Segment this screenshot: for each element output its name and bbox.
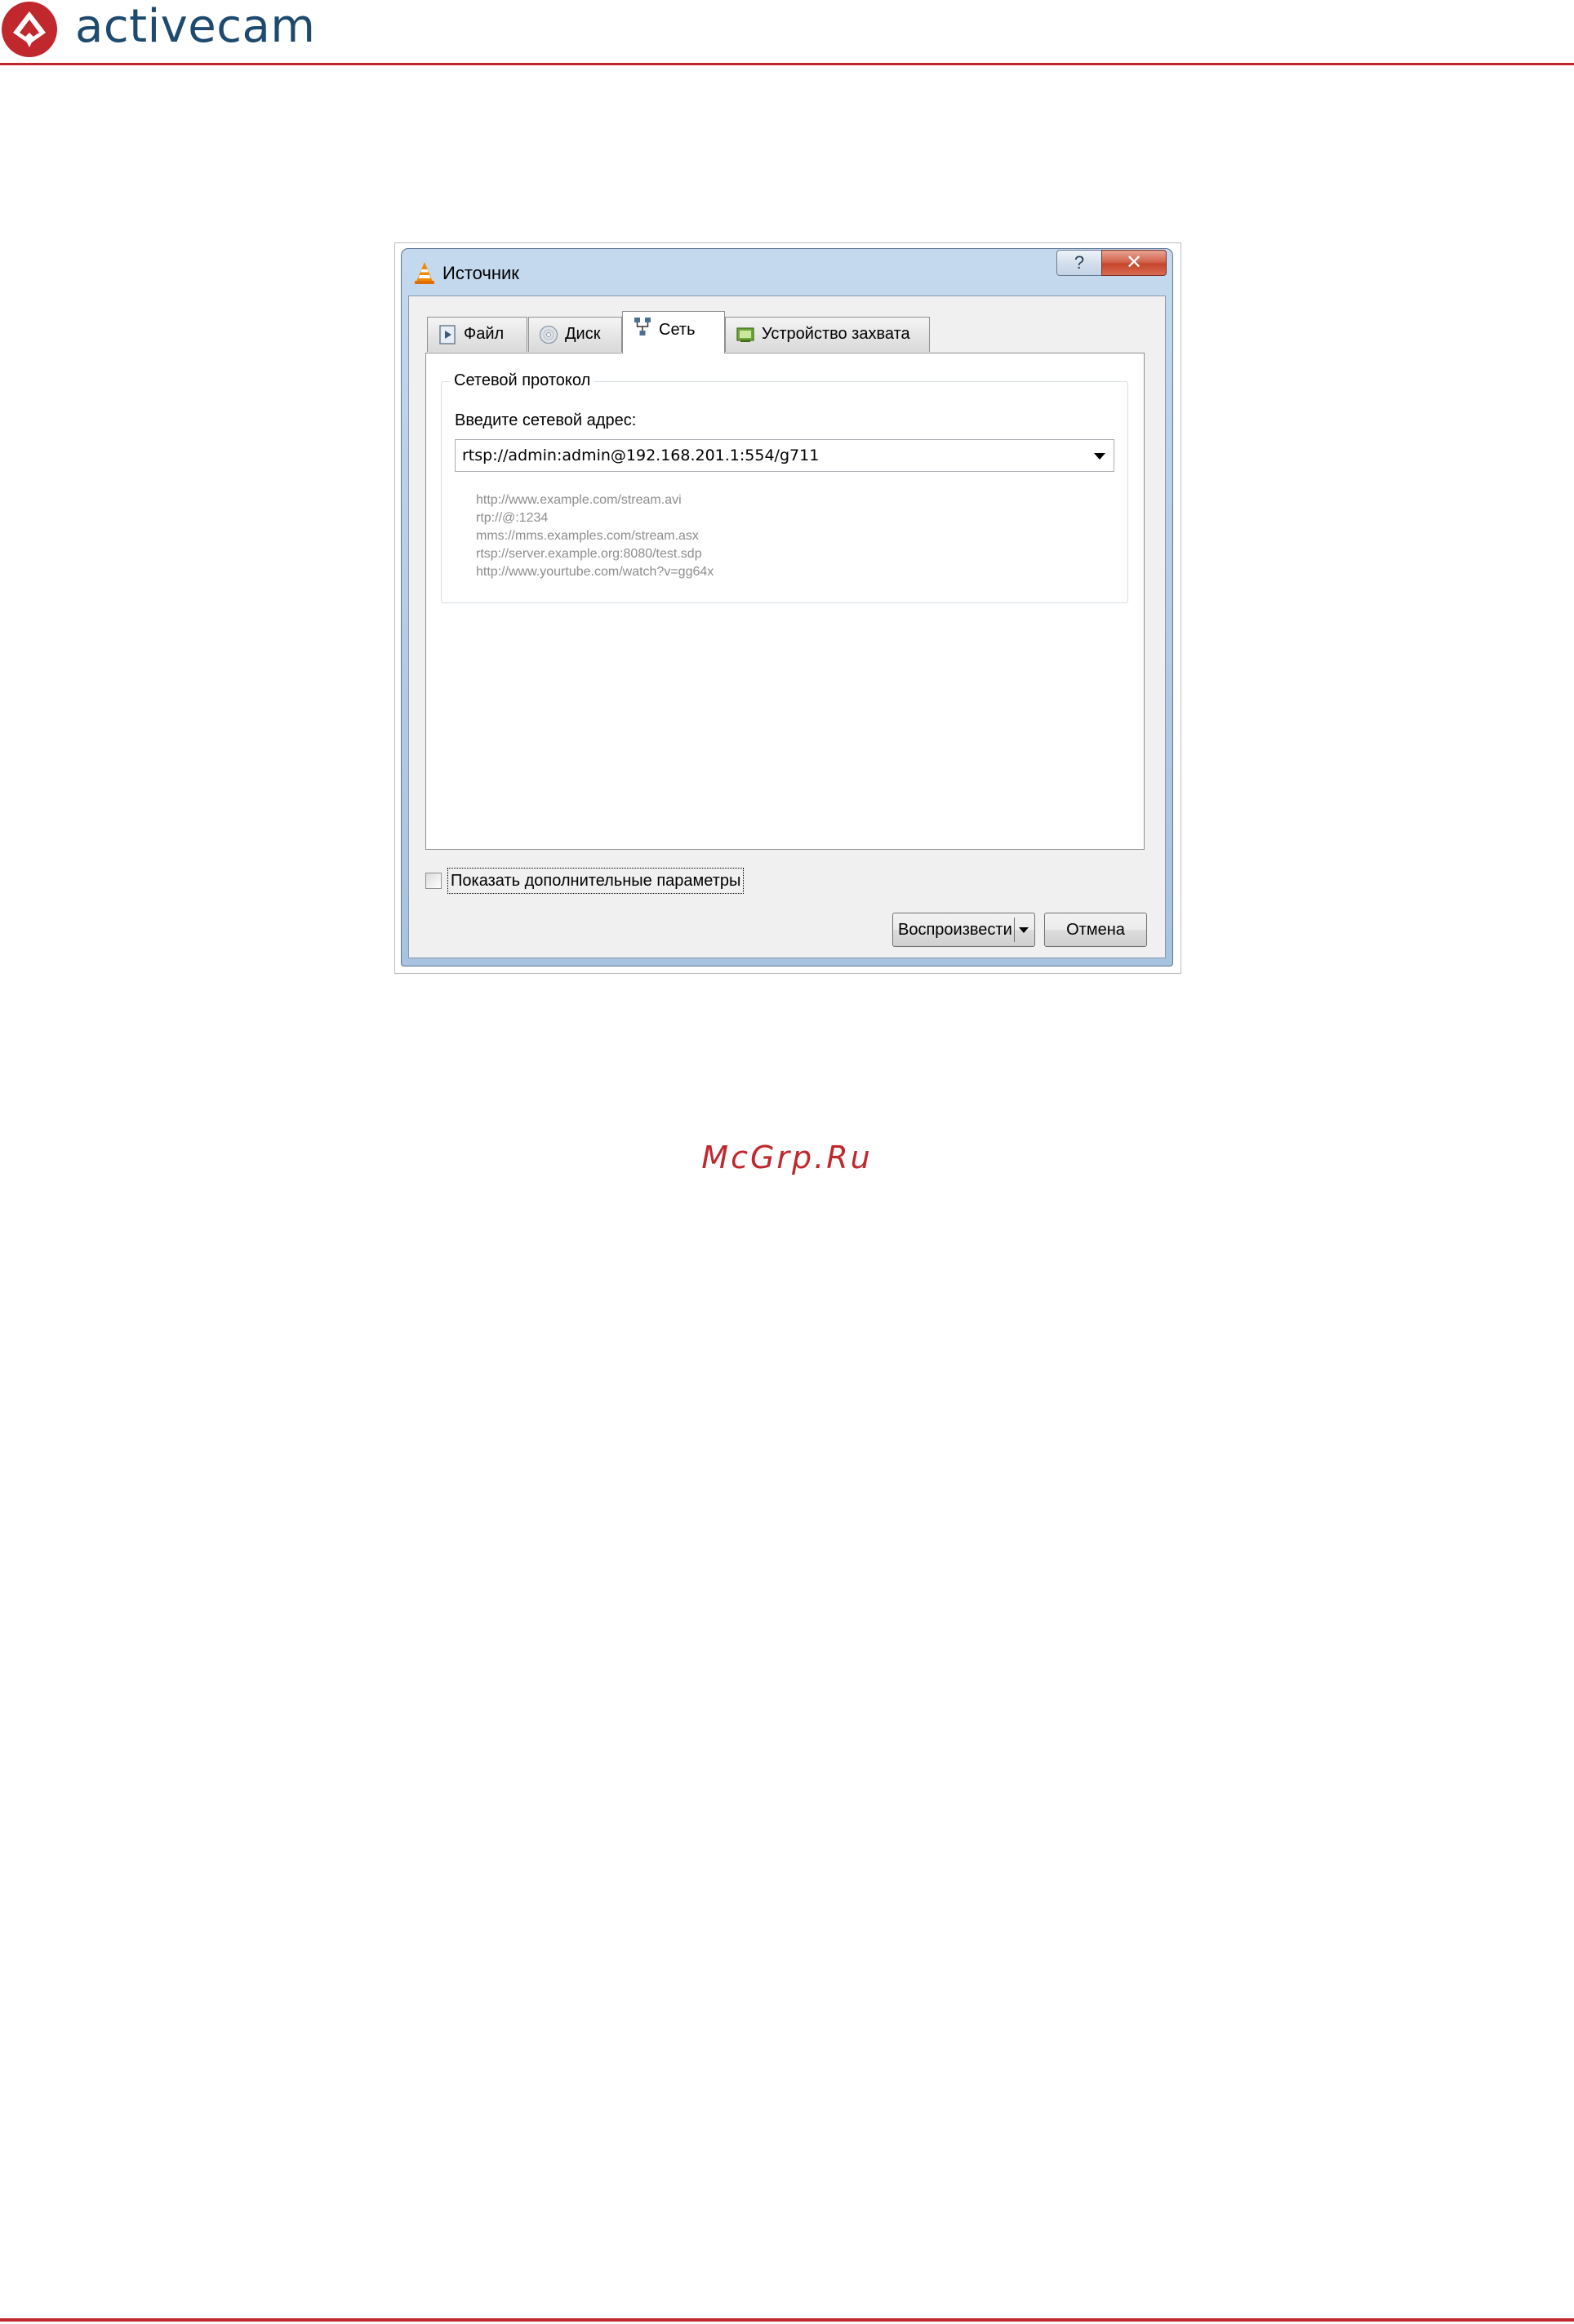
brand-name: activecam <box>75 0 316 53</box>
watermark: McGrp.Ru <box>701 1140 873 1175</box>
example-url: http://www.example.com/stream.avi <box>476 493 682 507</box>
network-icon <box>634 318 651 335</box>
header-divider <box>0 63 1574 65</box>
play-button-label: Воспроизвести <box>898 921 1012 939</box>
tab-file[interactable]: Файл <box>427 317 527 352</box>
file-play-icon <box>439 325 456 344</box>
capture-device-icon <box>736 327 754 342</box>
dropdown-arrow-icon[interactable] <box>1094 453 1105 460</box>
tab-capture-device[interactable]: Устройство захвата <box>725 317 930 352</box>
dialog-title: Источник <box>442 263 519 283</box>
example-url: rtsp://server.example.org:8080/test.sdp <box>476 547 702 561</box>
play-options-dropdown-icon[interactable] <box>1019 927 1029 933</box>
network-address-combobox[interactable]: rtsp://admin:admin@192.168.201.1:554/g71… <box>455 439 1114 472</box>
disc-icon <box>539 325 558 344</box>
network-tab-panel: Сетевой протокол Введите сетевой адрес: … <box>425 353 1145 850</box>
tab-network-label: Сеть <box>659 321 696 339</box>
dialog-client-area: Файл Диск Сеть Устройство захвата Сетево… <box>408 295 1166 958</box>
tab-file-label: Файл <box>464 325 505 343</box>
tab-disk[interactable]: Диск <box>528 317 622 352</box>
play-button-separator <box>1014 918 1015 942</box>
example-url: rtp://@:1234 <box>476 511 549 525</box>
dialog-screenshot: Источник ? ✕ Файл Диск Сеть Устройство з… <box>394 242 1181 974</box>
network-protocol-group: Сетевой протокол Введите сетевой адрес: … <box>441 370 1128 603</box>
address-examples: http://www.example.com/stream.avi rtp://… <box>476 491 714 581</box>
tab-capture-device-label: Устройство захвата <box>762 325 910 343</box>
vlc-cone-icon <box>415 262 434 284</box>
show-more-options-checkbox[interactable] <box>425 873 442 889</box>
close-button[interactable]: ✕ <box>1101 250 1167 276</box>
cancel-button[interactable]: Отмена <box>1044 913 1147 947</box>
footer-divider <box>0 2318 1574 2322</box>
activecam-logo-icon <box>2 2 57 57</box>
source-dialog-window: Источник ? ✕ Файл Диск Сеть Устройство з… <box>401 248 1173 966</box>
example-url: http://www.yourtube.com/watch?v=gg64x <box>476 565 714 579</box>
example-url: mms://mms.examples.com/stream.asx <box>476 529 699 543</box>
group-title: Сетевой протокол <box>450 370 595 391</box>
show-more-options-label[interactable]: Показать дополнительные параметры <box>447 868 745 894</box>
network-address-value[interactable]: rtsp://admin:admin@192.168.201.1:554/g71… <box>462 440 819 471</box>
play-button[interactable]: Воспроизвести <box>892 913 1035 947</box>
help-button[interactable]: ? <box>1056 250 1102 276</box>
tab-network[interactable]: Сеть <box>622 311 725 353</box>
tab-disk-label: Диск <box>565 325 601 343</box>
address-label: Введите сетевой адрес: <box>455 411 637 429</box>
